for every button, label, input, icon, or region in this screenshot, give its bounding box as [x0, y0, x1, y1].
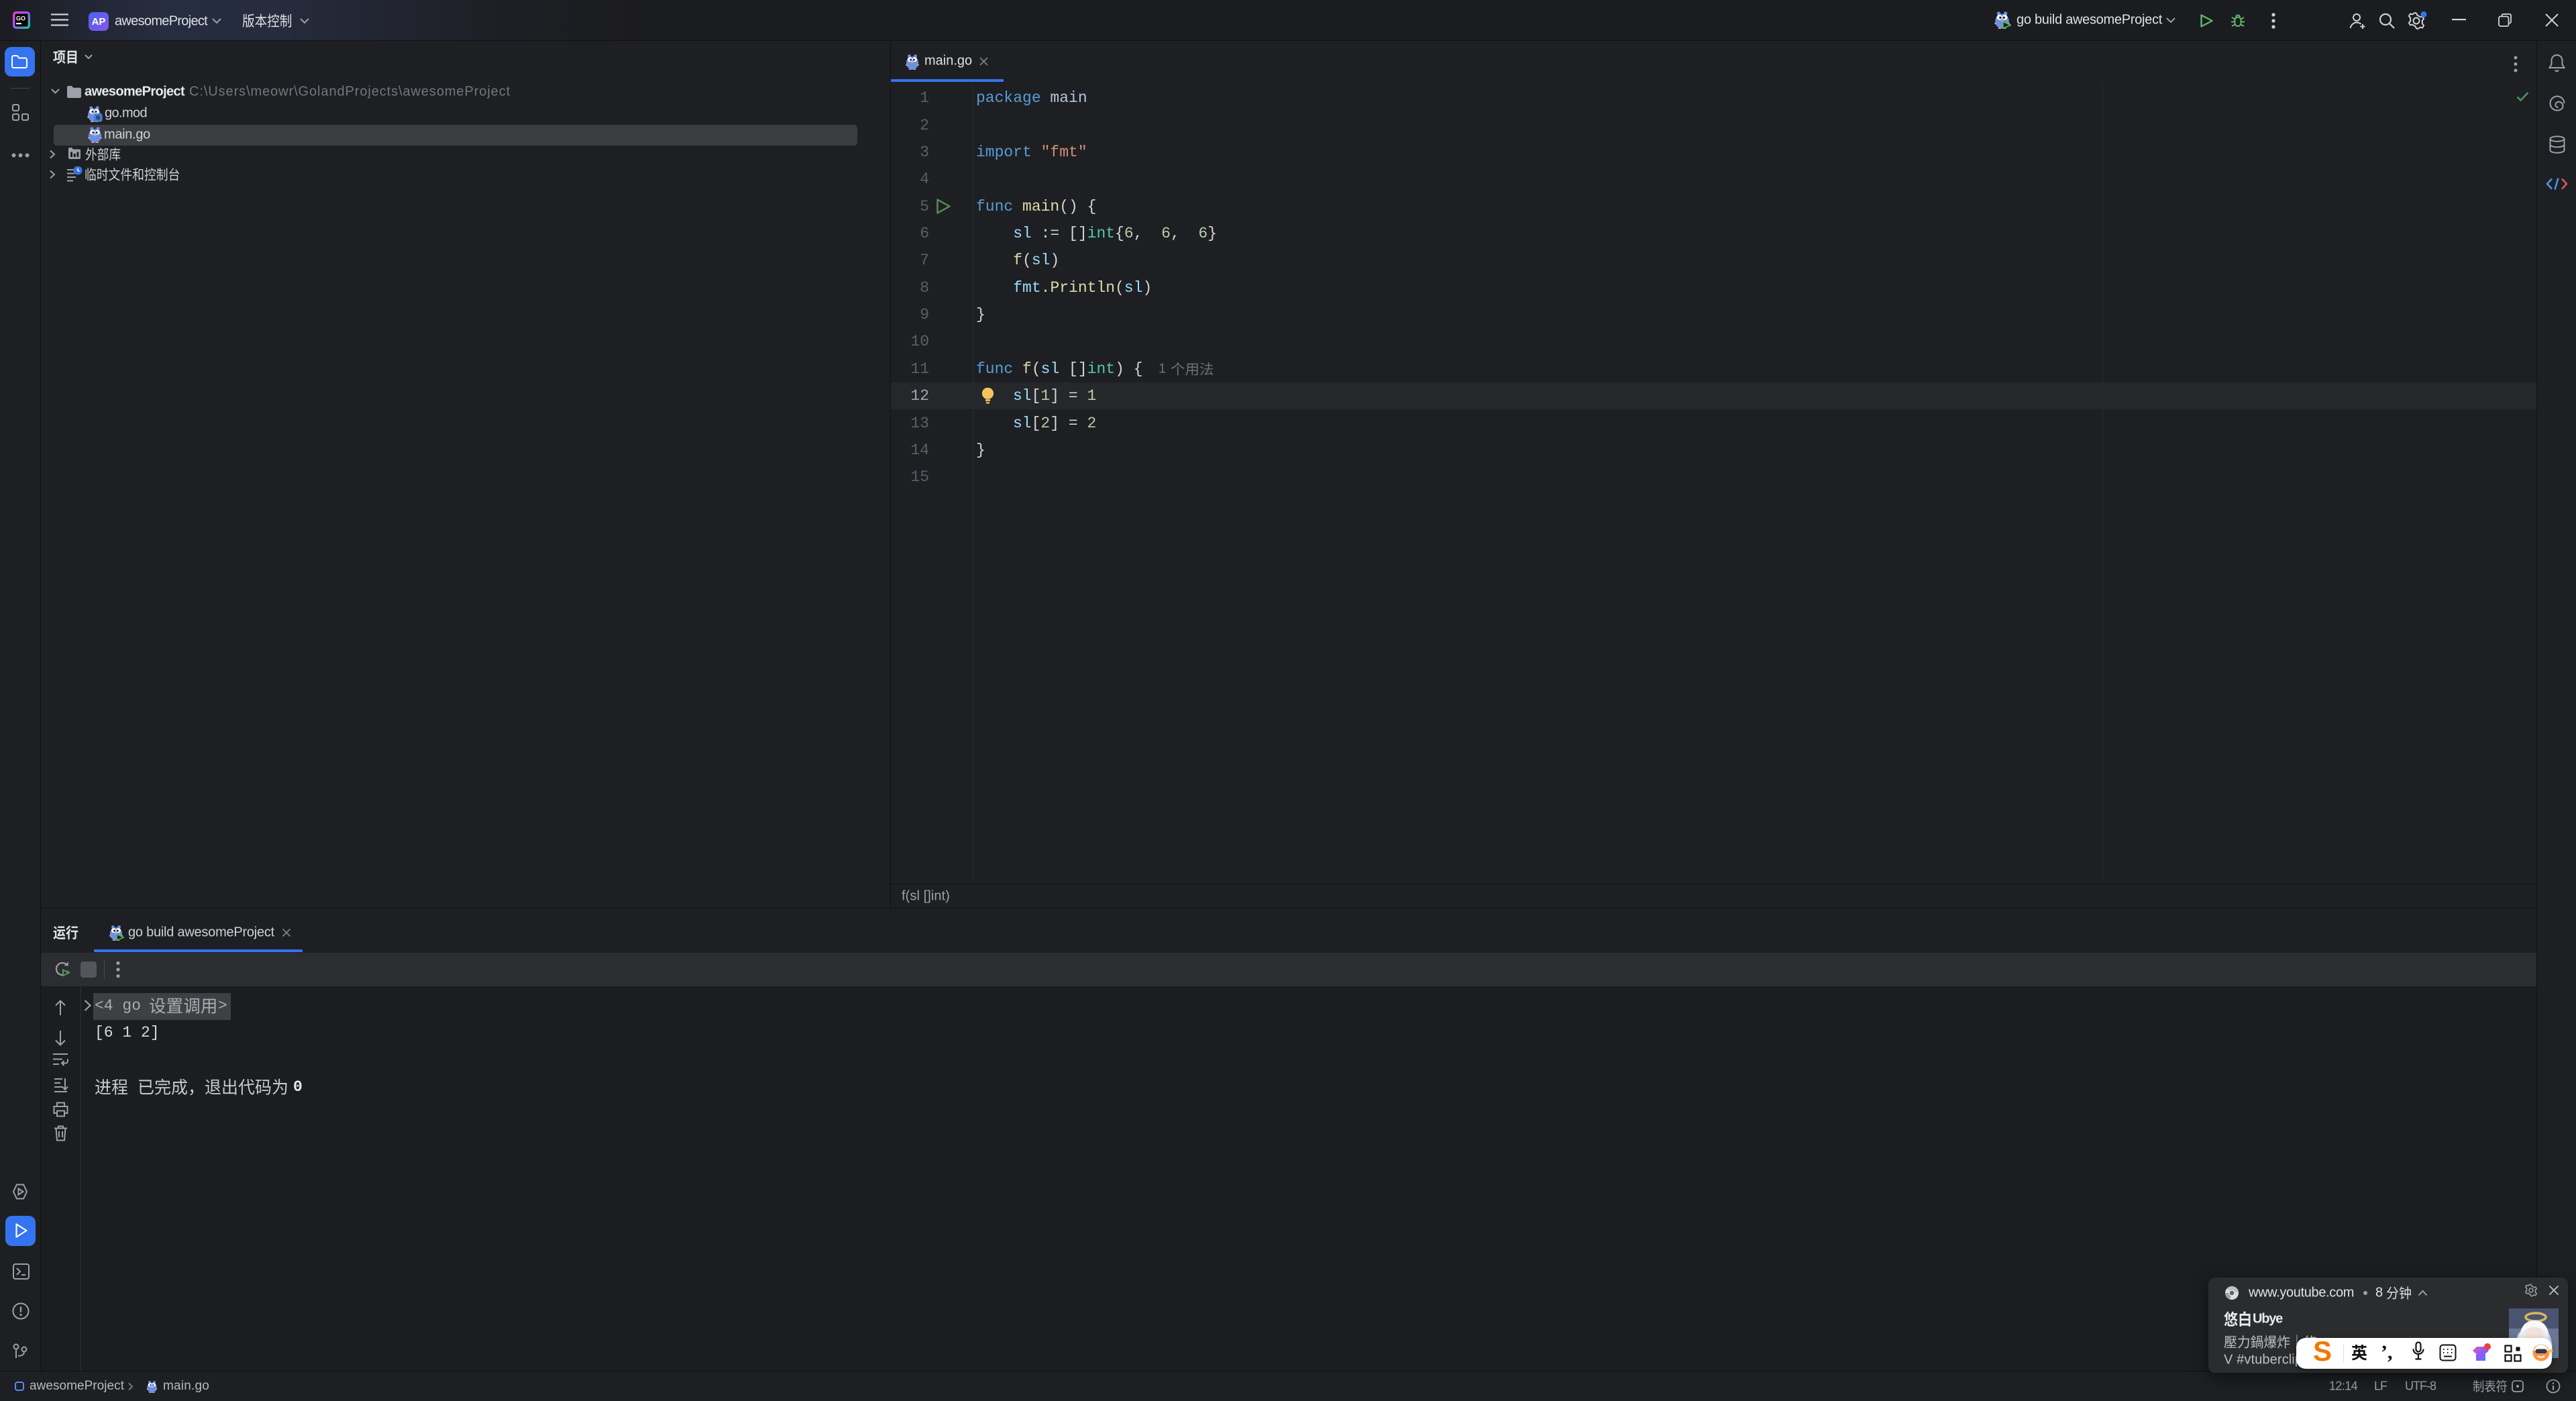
svg-text:GO: GO: [16, 15, 25, 22]
